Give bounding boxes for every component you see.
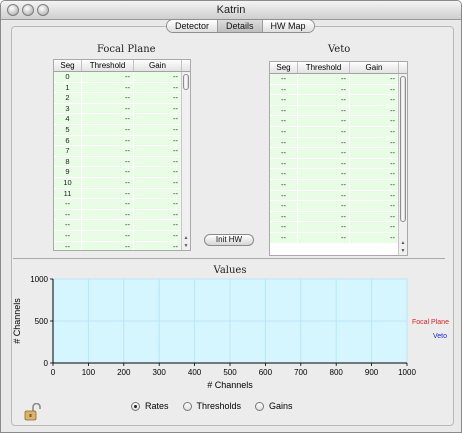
x-tick-label: 200 <box>117 368 131 377</box>
x-tick-label: 800 <box>330 368 344 377</box>
y-tick-label: 0 <box>44 359 49 368</box>
radio-label-thresholds: Thresholds <box>196 401 242 411</box>
tab-hw-map[interactable]: HW Map <box>262 20 314 32</box>
radio-thresholds[interactable]: Thresholds <box>182 401 242 411</box>
legend-focal-plane: Focal Plane <box>412 319 449 326</box>
x-tick-label: 700 <box>294 368 308 377</box>
x-tick-label: 400 <box>188 368 202 377</box>
radio-rates[interactable]: Rates <box>131 401 169 411</box>
x-tick-label: 0 <box>51 368 56 377</box>
y-tick-label: 1000 <box>30 275 48 284</box>
chart-title: Values <box>213 265 247 276</box>
katrin-window: Katrin Detector Details HW Map Focal Pla… <box>0 0 462 433</box>
radio-gains[interactable]: Gains <box>255 401 293 411</box>
y-tick-label: 500 <box>35 317 49 326</box>
tab-bar: Detector Details HW Map <box>166 19 315 33</box>
x-axis-label: # Channels <box>207 380 253 390</box>
x-tick-label: 900 <box>365 368 379 377</box>
lock-icon[interactable] <box>23 402 43 421</box>
x-tick-label: 500 <box>223 368 237 377</box>
tab-detector[interactable]: Detector <box>167 20 219 32</box>
radio-button[interactable] <box>255 401 265 411</box>
legend-veto: Veto <box>433 333 448 340</box>
radio-button-selected[interactable] <box>131 401 140 411</box>
x-tick-label: 300 <box>153 368 167 377</box>
radio-label-rates: Rates <box>145 401 169 411</box>
x-tick-label: 600 <box>259 368 273 377</box>
radio-button[interactable] <box>182 401 192 411</box>
tab-details[interactable]: Details <box>218 20 263 32</box>
x-tick-label: 100 <box>82 368 96 377</box>
values-plot[interactable]: 0 100 200 300 400 500 600 700 800 900 1000 0 500 1000… <box>1 1 462 433</box>
plot-mode-radio-group: Rates Thresholds Gains <box>131 401 307 411</box>
radio-label-gains: Gains <box>269 401 293 411</box>
x-tick-label: 1000 <box>398 368 416 377</box>
y-axis-label: # Channels <box>12 298 22 344</box>
